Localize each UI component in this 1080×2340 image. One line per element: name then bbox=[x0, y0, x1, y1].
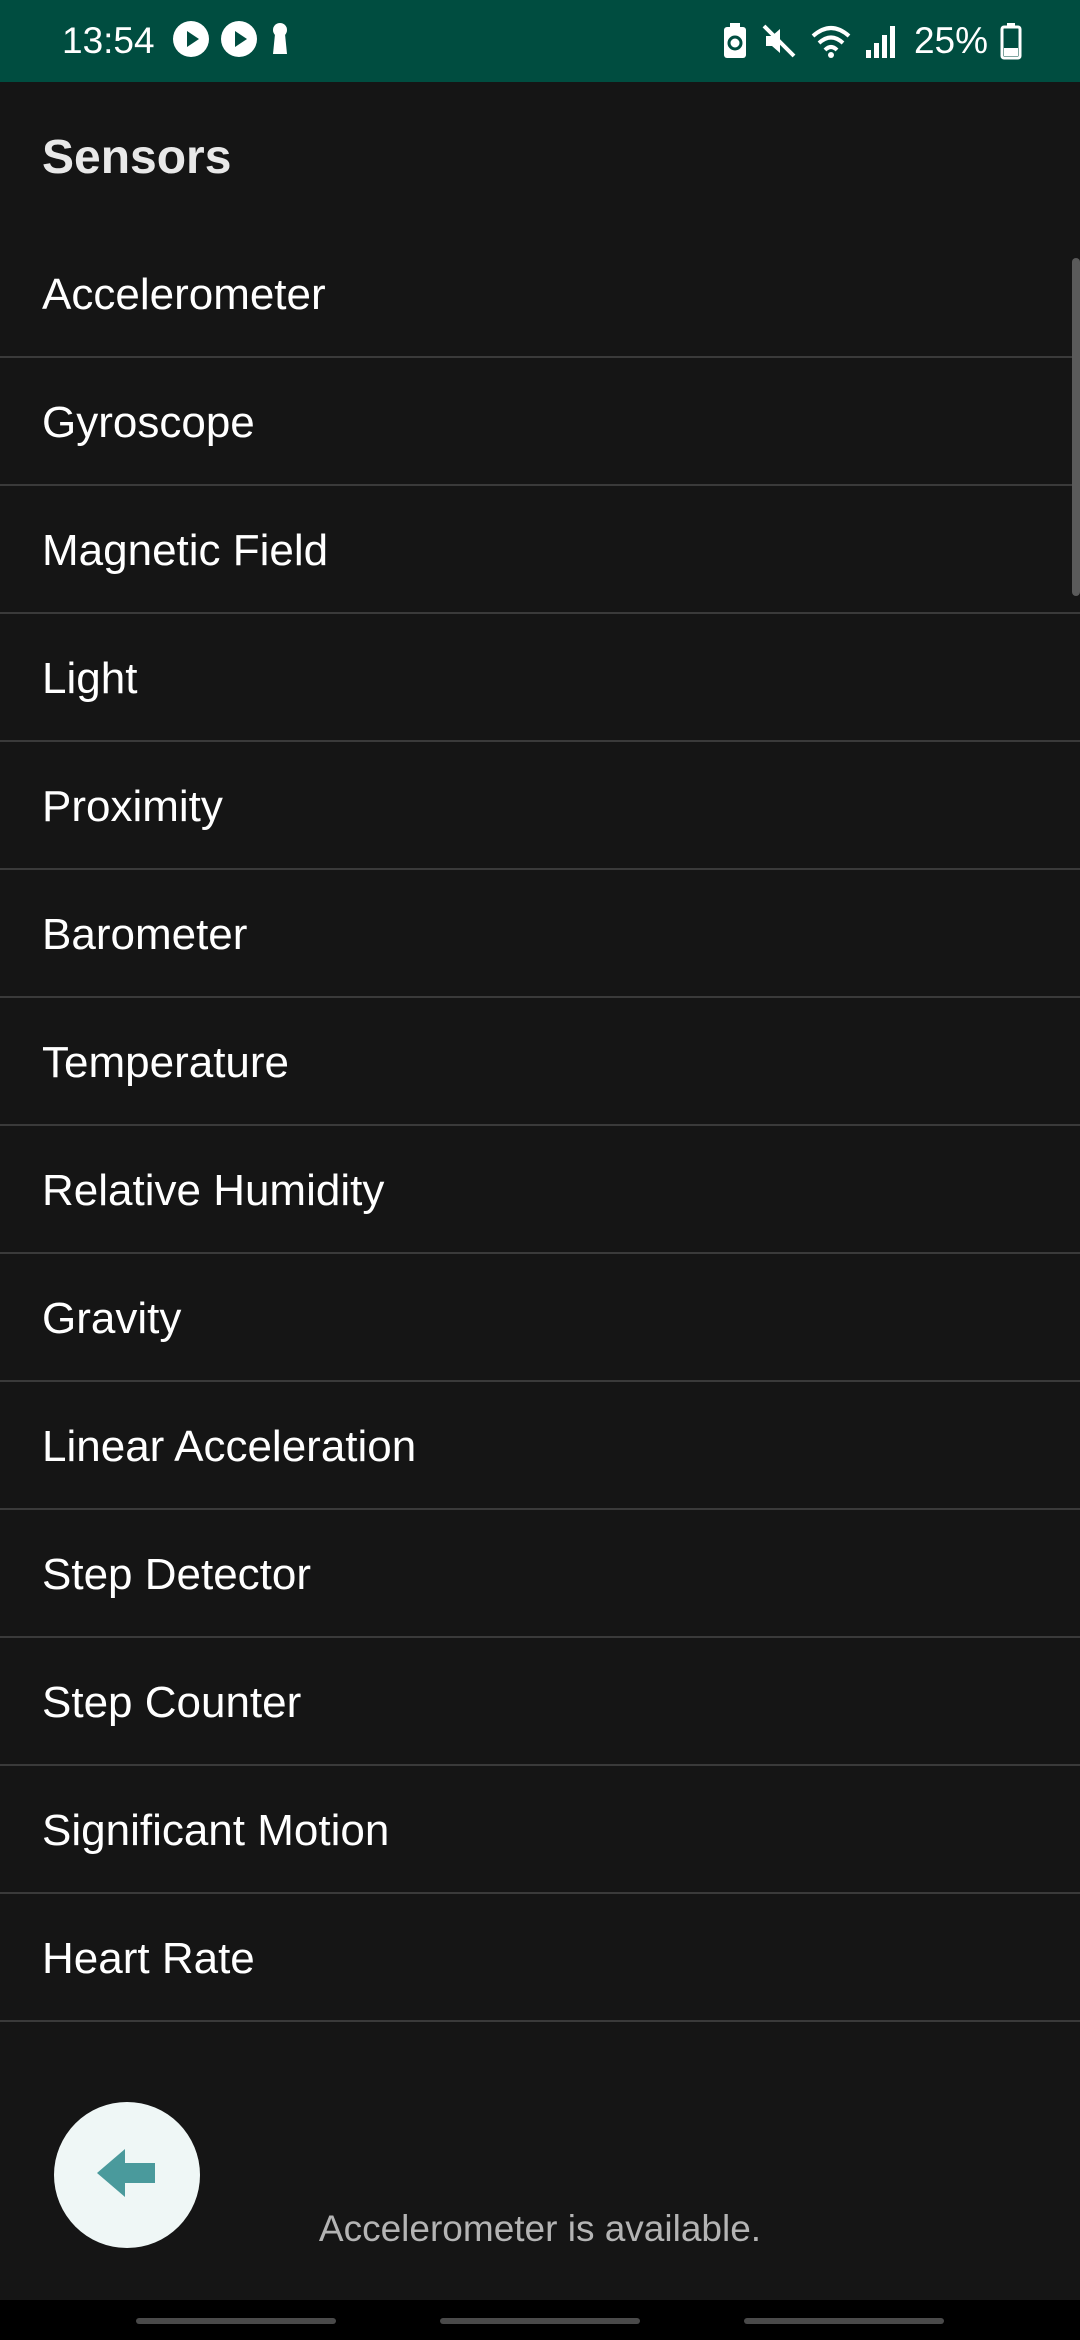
sensor-item-label: Magnetic Field bbox=[42, 526, 329, 575]
play-circle-icon bbox=[220, 20, 258, 58]
battery-saver-icon bbox=[722, 22, 748, 60]
sensor-item-label: Linear Acceleration bbox=[42, 1422, 417, 1471]
status-bar: 13:54 25% bbox=[0, 0, 1080, 82]
sensor-item-heart-rate[interactable]: Heart Rate bbox=[0, 1894, 1080, 2022]
mute-icon bbox=[760, 22, 798, 60]
signal-icon bbox=[864, 22, 898, 60]
sensor-item-proximity[interactable]: Proximity bbox=[0, 742, 1080, 870]
sensor-item-step-counter[interactable]: Step Counter bbox=[0, 1638, 1080, 1766]
sensor-item-label: Gravity bbox=[42, 1294, 182, 1343]
nav-home-handle[interactable] bbox=[440, 2318, 640, 2324]
sensor-item-label: Light bbox=[42, 654, 138, 703]
battery-icon bbox=[1000, 22, 1022, 60]
sensor-item-gravity[interactable]: Gravity bbox=[0, 1254, 1080, 1382]
scrollbar-thumb[interactable] bbox=[1072, 258, 1080, 596]
play-circle-icon bbox=[172, 20, 210, 58]
page-title: Sensors bbox=[42, 131, 232, 184]
nav-recents-handle[interactable] bbox=[136, 2318, 336, 2324]
sensor-item-magnetic-field[interactable]: Magnetic Field bbox=[0, 486, 1080, 614]
sensor-item-label: Heart Rate bbox=[42, 1934, 255, 1983]
sensor-item-significant-motion[interactable]: Significant Motion bbox=[0, 1766, 1080, 1894]
sensor-item-light[interactable]: Light bbox=[0, 614, 1080, 742]
nav-back-handle[interactable] bbox=[744, 2318, 944, 2324]
wifi-icon bbox=[810, 22, 852, 60]
sensor-status-message: Accelerometer is available. bbox=[318, 2208, 762, 2249]
sensor-item-accelerometer[interactable]: Accelerometer bbox=[0, 230, 1080, 358]
status-left-icons bbox=[172, 20, 302, 58]
status-time: 13:54 bbox=[62, 20, 155, 61]
sensor-item-label: Proximity bbox=[42, 782, 223, 831]
sensor-item-label: Step Detector bbox=[42, 1550, 312, 1599]
sensor-item-label: Step Counter bbox=[42, 1678, 302, 1727]
sensor-item-label: Accelerometer bbox=[42, 270, 326, 319]
sensor-list: Accelerometer Gyroscope Magnetic Field L… bbox=[0, 230, 1080, 2022]
sensor-item-gyroscope[interactable]: Gyroscope bbox=[0, 358, 1080, 486]
sensor-item-label: Significant Motion bbox=[42, 1806, 390, 1855]
sensor-item-label: Barometer bbox=[42, 910, 248, 959]
sensor-item-linear-acceleration[interactable]: Linear Acceleration bbox=[0, 1382, 1080, 1510]
sensor-item-label: Gyroscope bbox=[42, 398, 255, 447]
sensor-item-label: Relative Humidity bbox=[42, 1166, 385, 1215]
sensor-item-relative-humidity[interactable]: Relative Humidity bbox=[0, 1126, 1080, 1254]
sensor-item-step-detector[interactable]: Step Detector bbox=[0, 1510, 1080, 1638]
status-right-icons: 25% bbox=[710, 18, 1022, 64]
battery-percentage: 25% bbox=[913, 20, 988, 61]
navigation-bar bbox=[0, 2300, 1080, 2340]
sensor-item-label: Temperature bbox=[42, 1038, 290, 1087]
sensor-item-barometer[interactable]: Barometer bbox=[0, 870, 1080, 998]
arrow-left-icon bbox=[95, 2145, 159, 2206]
keyhole-icon bbox=[268, 20, 292, 58]
sensor-item-temperature[interactable]: Temperature bbox=[0, 998, 1080, 1126]
